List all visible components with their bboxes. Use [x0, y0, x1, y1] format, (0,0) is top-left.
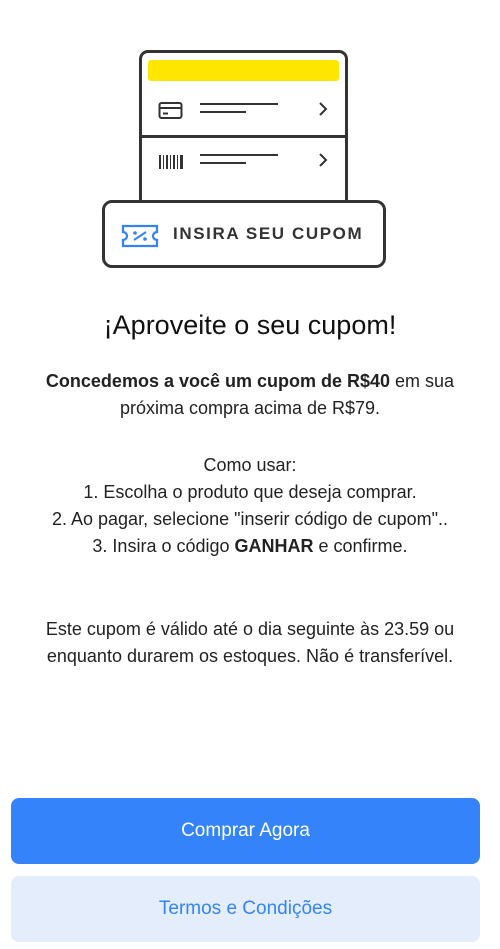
validity-text: Este cupom é válido até o dia seguinte à…: [45, 619, 455, 666]
placeholder-line: [200, 103, 278, 105]
step-3-text-end: e confirme.: [313, 536, 408, 556]
coupon-input-illustration: INSIRA SEU CUPOM: [102, 200, 386, 268]
step-3-text: 3. Insira o código: [92, 536, 235, 556]
card-icon: [158, 101, 184, 126]
buy-now-button[interactable]: Comprar Agora: [11, 798, 480, 864]
placeholder-line: [200, 111, 246, 113]
card-yellow-header: [148, 60, 339, 81]
card-row-barcode: [142, 138, 345, 186]
chevron-right-icon: [317, 99, 329, 124]
coupon-description: Concedemos a você um cupom de R$40 em su…: [20, 368, 480, 422]
ticket-icon: [121, 223, 159, 254]
how-to-heading: Como usar:: [203, 455, 297, 475]
placeholder-line: [200, 162, 246, 164]
terms-button[interactable]: Termos e Condições: [11, 876, 480, 942]
how-to-step-1: 1. Escolha o produto que deseja comprar.: [83, 482, 417, 502]
chevron-right-icon: [317, 150, 329, 175]
placeholder-line: [200, 154, 278, 156]
how-to-step-2: 2. Ao pagar, selecione "inserir código d…: [51, 509, 449, 529]
card-row-card: [142, 87, 345, 138]
how-to-use-section: Como usar: 1. Escolha o produto que dese…: [20, 452, 480, 560]
coupon-amount-text: Concedemos a você um cupom de R$40: [45, 371, 391, 391]
coupon-illustration: INSIRA SEU CUPOM: [0, 0, 500, 290]
payment-card-illustration: [139, 50, 348, 212]
coupon-code: GANHAR: [234, 536, 314, 556]
barcode-icon: [158, 152, 186, 177]
how-to-step-3: 3. Insira o código GANHAR e confirme.: [20, 533, 480, 560]
coupon-label: INSIRA SEU CUPOM: [173, 224, 364, 243]
page-title: ¡Aproveite o seu cupom!: [103, 310, 397, 340]
